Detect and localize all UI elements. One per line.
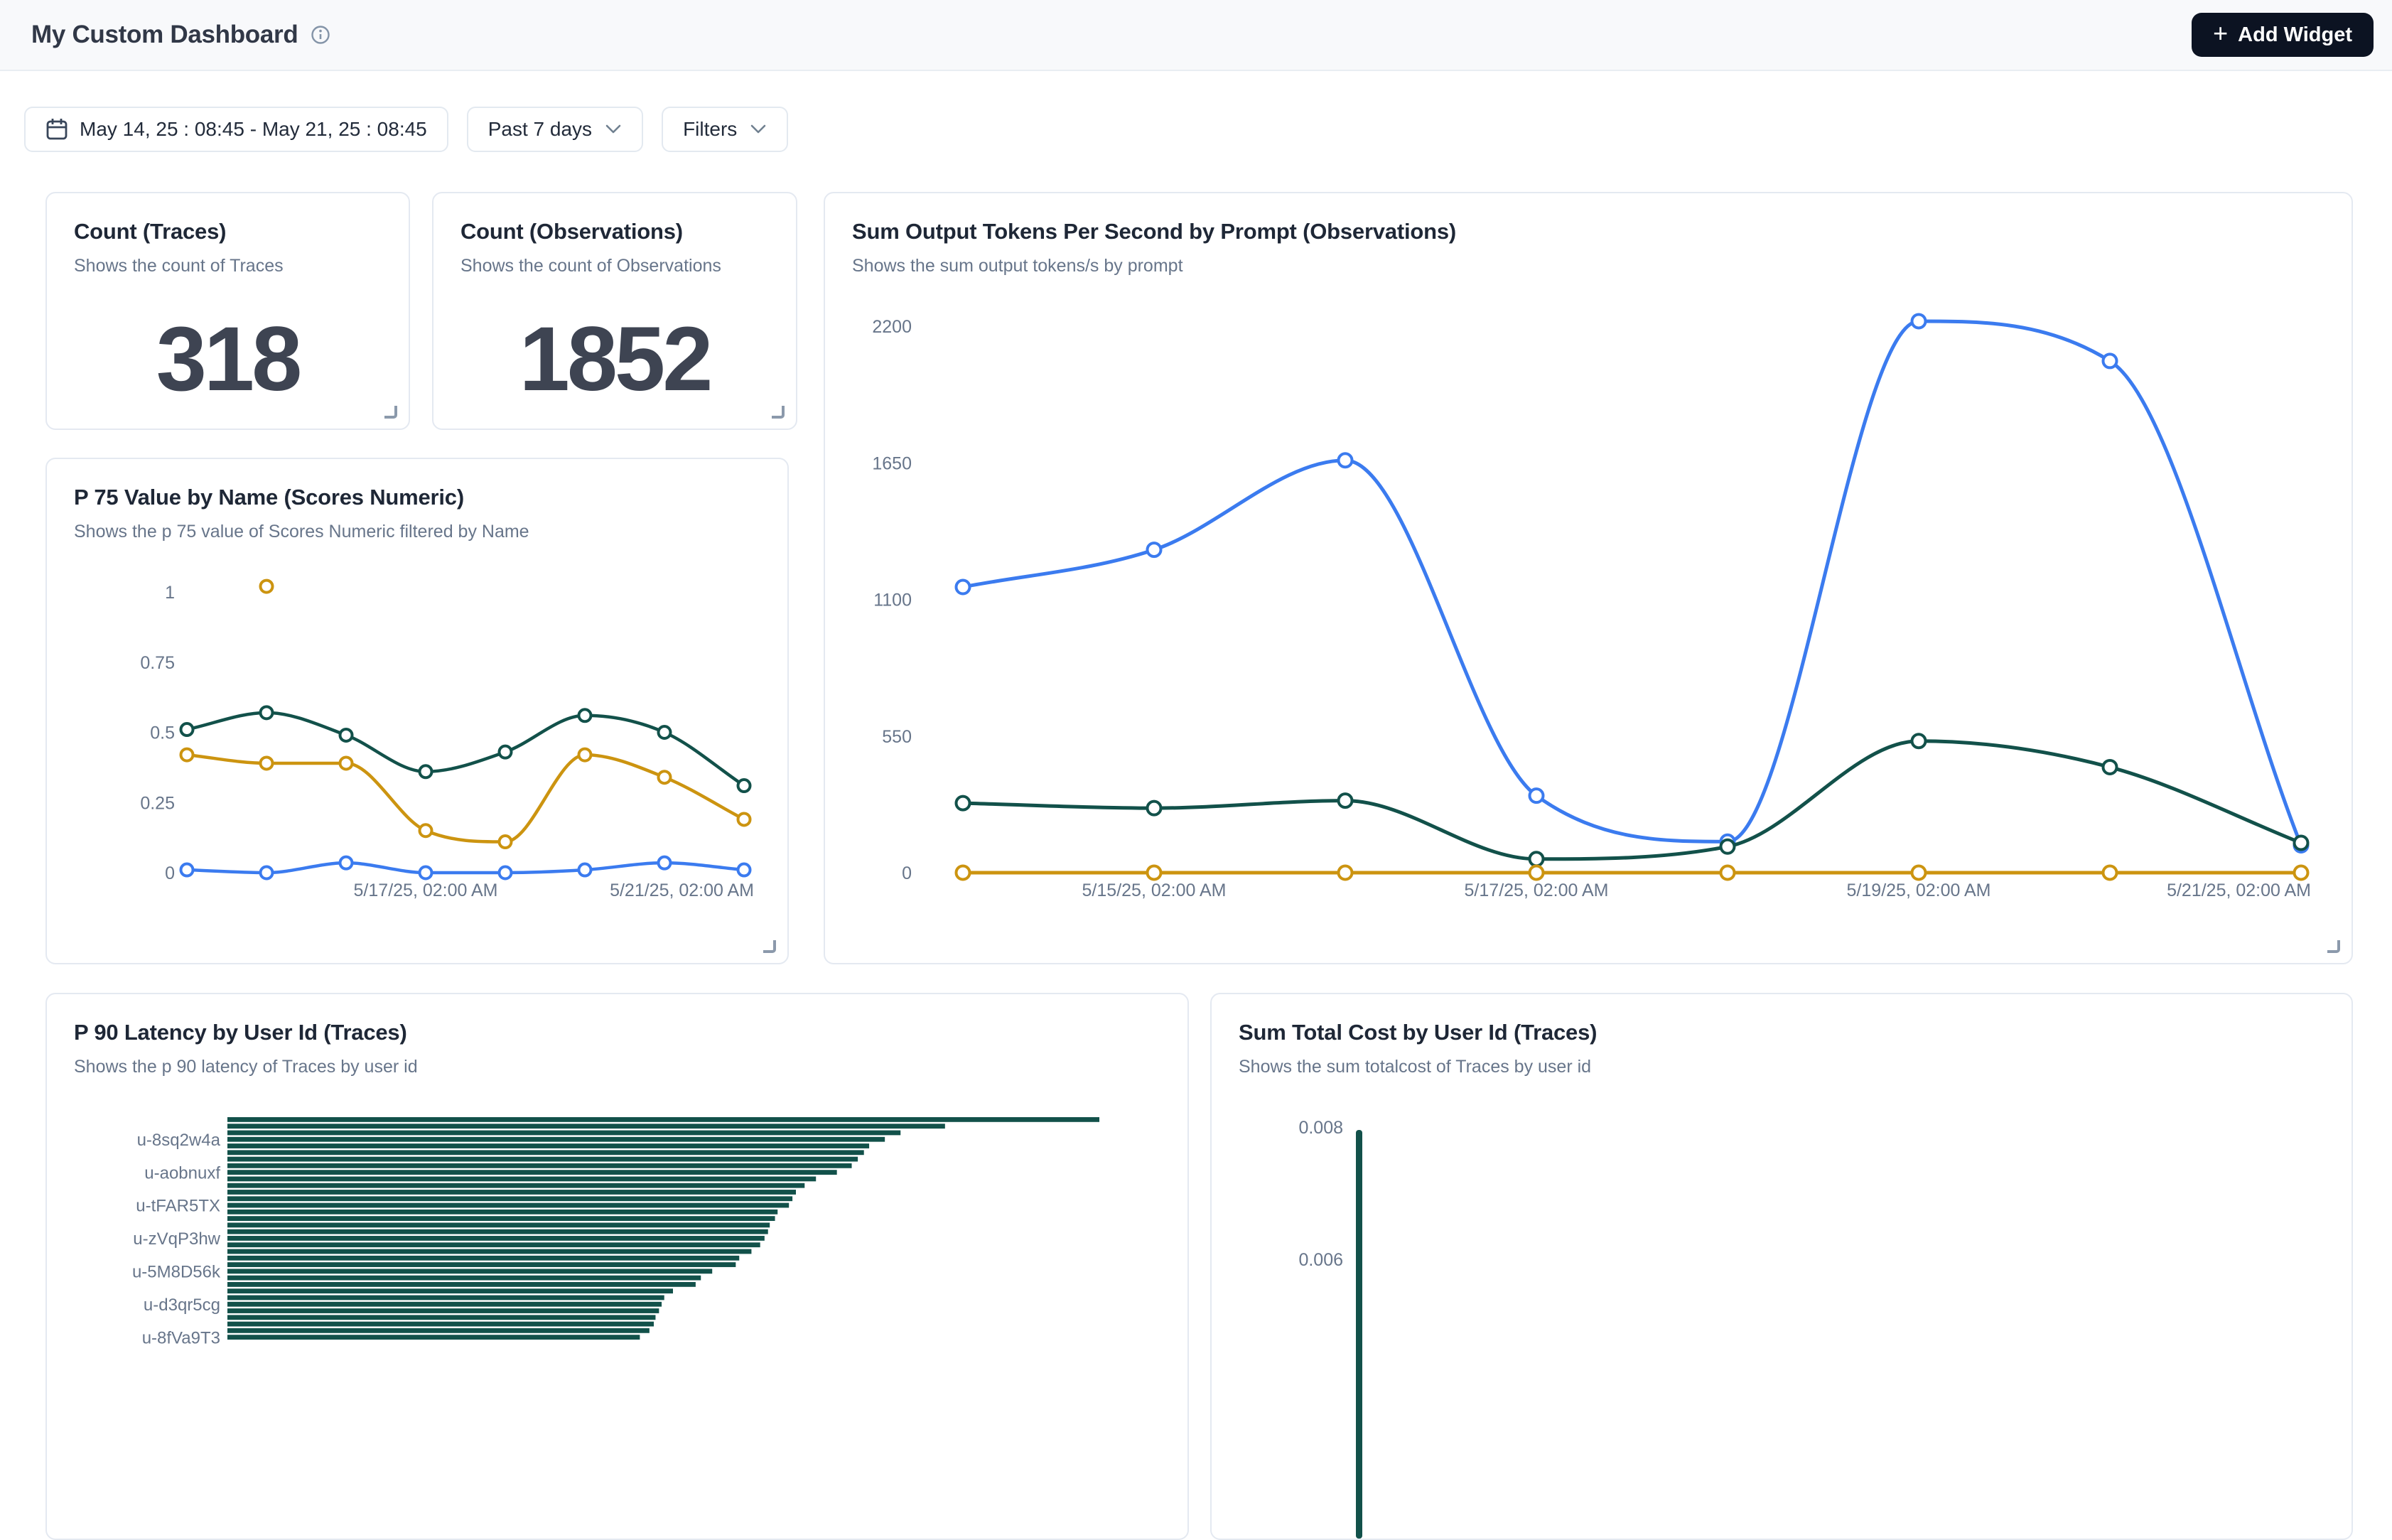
resize-handle-icon[interactable]	[772, 406, 785, 419]
count-traces-card: Count (Traces) Shows the count of Traces…	[45, 192, 410, 430]
svg-text:u-5M8D56k: u-5M8D56k	[132, 1262, 221, 1281]
card-title: Count (Traces)	[74, 219, 382, 244]
svg-text:u-tFAR5TX: u-tFAR5TX	[136, 1197, 220, 1216]
card-subtitle: Shows the count of Traces	[74, 256, 382, 276]
cost-bar-chart[interactable]: 0.008 0.006	[1212, 994, 2351, 1539]
filter-row: May 14, 25 : 08:45 - May 21, 25 : 08:45 …	[24, 107, 788, 152]
svg-text:u-aobnuxf: u-aobnuxf	[144, 1163, 220, 1183]
date-range-value: May 14, 25 : 08:45 - May 21, 25 : 08:45	[80, 118, 427, 141]
svg-text:1100: 1100	[873, 591, 912, 610]
p90-bar-chart[interactable]: u-8sq2w4a u-aobnuxf u-tFAR5TX u-zVqP3hw u-5M…	[47, 994, 1187, 1539]
svg-text:2200: 2200	[872, 317, 912, 337]
filters-label: Filters	[683, 118, 737, 141]
svg-text:u-8sq2w4a: u-8sq2w4a	[137, 1131, 221, 1150]
count-observations-card: Count (Observations) Shows the count of …	[432, 192, 797, 430]
filters-dropdown[interactable]: Filters	[662, 107, 788, 152]
svg-text:u-zVqP3hw: u-zVqP3hw	[133, 1229, 220, 1249]
svg-text:0.75: 0.75	[140, 653, 175, 673]
time-preset-dropdown[interactable]: Past 7 days	[467, 107, 643, 152]
svg-text:0: 0	[165, 863, 175, 883]
svg-text:0.25: 0.25	[140, 793, 175, 813]
svg-text:1: 1	[165, 583, 175, 603]
p75-chart-card: P 75 Value by Name (Scores Numeric) Show…	[45, 458, 789, 964]
svg-text:5/17/25, 02:00 AM: 5/17/25, 02:00 AM	[354, 881, 498, 900]
p90-chart-card: P 90 Latency by User Id (Traces) Shows t…	[45, 993, 1189, 1540]
page-title: My Custom Dashboard	[31, 21, 298, 49]
resize-handle-icon[interactable]	[2327, 940, 2340, 953]
svg-text:5/19/25, 02:00 AM: 5/19/25, 02:00 AM	[1847, 881, 1991, 900]
svg-text:1650: 1650	[872, 453, 912, 473]
p75-line-chart[interactable]: 0 0.25 0.5 0.75 1 5/17/25, 02:00 AM 5/21/25, 0…	[47, 459, 790, 966]
count-observations-value: 1852	[433, 307, 796, 411]
svg-text:5/15/25, 02:00 AM: 5/15/25, 02:00 AM	[1082, 881, 1227, 900]
info-icon[interactable]	[311, 25, 330, 45]
svg-text:5/21/25, 02:00 AM: 5/21/25, 02:00 AM	[610, 881, 754, 900]
date-range-button[interactable]: May 14, 25 : 08:45 - May 21, 25 : 08:45	[24, 107, 448, 152]
svg-text:0.006: 0.006	[1298, 1250, 1343, 1270]
calendar-icon	[45, 117, 68, 141]
svg-text:5/17/25, 02:00 AM: 5/17/25, 02:00 AM	[1465, 881, 1609, 900]
resize-handle-icon[interactable]	[763, 940, 776, 953]
plus-icon: +	[2213, 21, 2228, 46]
tokens-line-chart[interactable]: 0 550 1100 1650 2200 5/15/25, 02:00 AM 5/17/25…	[825, 193, 2354, 966]
chevron-down-icon	[605, 124, 622, 135]
chevron-down-icon	[750, 124, 767, 135]
svg-text:u-8fVa9T3: u-8fVa9T3	[142, 1328, 220, 1347]
tokens-chart-card: Sum Output Tokens Per Second by Prompt (…	[824, 192, 2353, 964]
svg-text:0: 0	[902, 863, 912, 883]
svg-text:0.5: 0.5	[150, 723, 175, 743]
time-preset-value: Past 7 days	[488, 118, 592, 141]
svg-text:u-d3qr5cg: u-d3qr5cg	[144, 1296, 220, 1315]
top-bar: My Custom Dashboard + Add Widget	[0, 0, 2392, 71]
resize-handle-icon[interactable]	[384, 406, 397, 419]
svg-text:550: 550	[882, 727, 912, 747]
svg-text:5/21/25, 02:00 AM: 5/21/25, 02:00 AM	[2167, 881, 2311, 900]
cost-chart-card: Sum Total Cost by User Id (Traces) Shows…	[1210, 993, 2353, 1540]
add-widget-label: Add Widget	[2238, 23, 2352, 47]
count-traces-value: 318	[47, 307, 409, 411]
card-subtitle: Shows the count of Observations	[460, 256, 769, 276]
card-title: Count (Observations)	[460, 219, 769, 244]
add-widget-button[interactable]: + Add Widget	[2192, 13, 2374, 57]
svg-text:0.008: 0.008	[1298, 1118, 1343, 1138]
